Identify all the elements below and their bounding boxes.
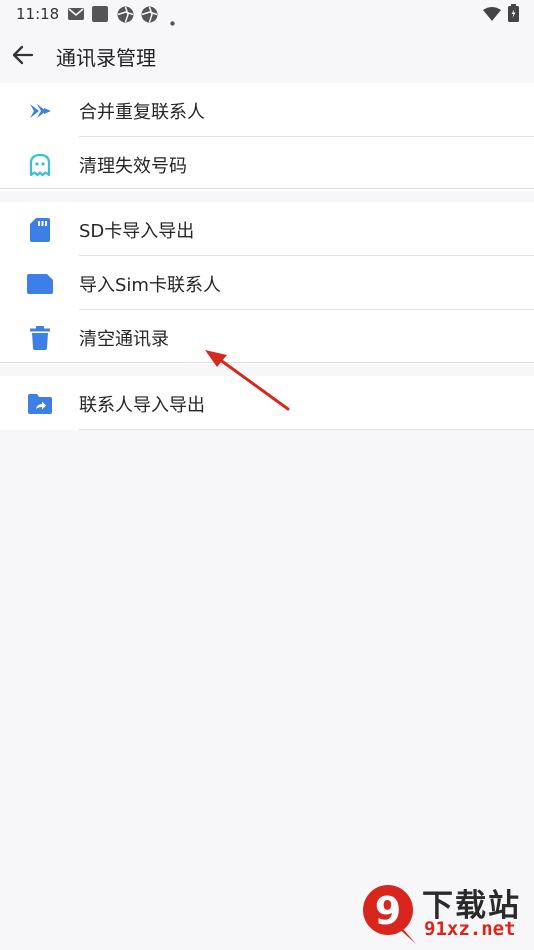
list-item-label: 导入Sim卡联系人 <box>79 275 221 296</box>
back-button[interactable] <box>8 38 38 72</box>
merge-arrow-icon <box>26 98 54 124</box>
watermark-logo-icon: 9 <box>363 885 416 944</box>
sd-card-icon <box>26 217 54 243</box>
arrow-left-icon <box>12 45 34 65</box>
watermark-text-en: 91xz.net <box>424 918 516 940</box>
list-item-label: 联系人导入导出 <box>79 395 205 416</box>
sim-card-icon <box>26 271 54 297</box>
status-time: 11:18 <box>16 5 60 23</box>
list-item-label: SD卡导入导出 <box>79 221 195 242</box>
aperture-icon <box>117 6 134 27</box>
list-item-clean-invalid[interactable]: 清理失效号码 <box>0 137 534 191</box>
app-square-icon <box>92 6 108 26</box>
watermark-logo-text: 9 <box>375 889 401 933</box>
status-bar: 11:18 <box>0 0 534 28</box>
list-item-import-sim[interactable]: 导入Sim卡联系人 <box>0 256 534 310</box>
settings-group-2: SD卡导入导出 导入Sim卡联系人 清空通讯录 <box>0 202 534 364</box>
list-item-label: 合并重复联系人 <box>79 102 205 123</box>
battery-icon <box>508 4 519 26</box>
wifi-icon <box>483 6 501 25</box>
folder-share-icon <box>26 391 54 417</box>
annotation-arrow <box>195 345 295 419</box>
app-bar: 通讯录管理 <box>0 28 534 83</box>
divider <box>79 429 534 430</box>
aperture-icon <box>141 6 158 27</box>
settings-group-1: 合并重复联系人 清理失效号码 <box>0 83 534 191</box>
list-item-sd-import-export[interactable]: SD卡导入导出 <box>0 202 534 256</box>
page-title: 通讯录管理 <box>56 46 156 70</box>
list-item-label: 清空通讯录 <box>79 329 169 350</box>
watermark: 9 下载站 91xz.net <box>358 880 528 946</box>
group-divider <box>0 188 534 189</box>
list-item-label: 清理失效号码 <box>79 156 187 177</box>
ghost-icon <box>26 152 54 178</box>
mail-icon <box>68 6 84 25</box>
list-item-merge-duplicates[interactable]: 合并重复联系人 <box>0 83 534 137</box>
trash-icon <box>26 325 54 351</box>
